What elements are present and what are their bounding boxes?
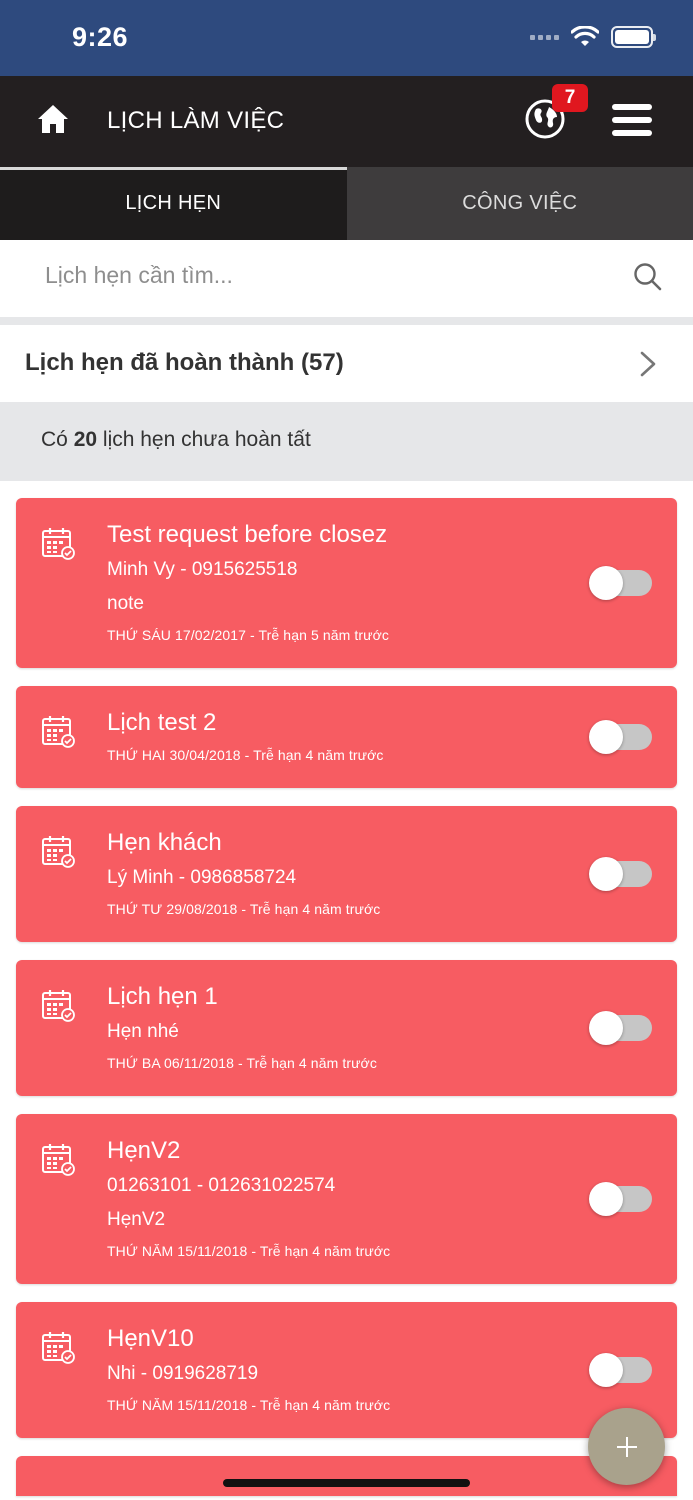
appointment-date: THỨ BA 06/11/2018 - Trễ hạn 4 năm trước (107, 1055, 377, 1071)
search-icon[interactable] (633, 262, 663, 292)
appointment-contact: 01263101 - 012631022574 (107, 1175, 336, 1196)
tab-tasks[interactable]: CÔNG VIỆC (346, 167, 693, 240)
battery-icon (611, 26, 656, 48)
complete-toggle[interactable] (589, 1011, 652, 1045)
search-bar (0, 240, 693, 325)
complete-toggle[interactable] (589, 1353, 652, 1387)
calendar-check-icon (42, 990, 75, 1022)
complete-toggle[interactable] (589, 720, 652, 754)
hamburger-menu-icon[interactable] (612, 104, 652, 136)
appointment-title: HẹnV2 (107, 1137, 181, 1164)
add-appointment-button[interactable] (588, 1408, 665, 1485)
calendar-check-icon (42, 1332, 75, 1364)
pending-count: 20 (73, 428, 98, 451)
cellular-signal-icon (530, 34, 559, 40)
appointment-date: THỨ HAI 30/04/2018 - Trễ hạn 4 năm trước (107, 747, 384, 763)
complete-toggle[interactable] (589, 566, 652, 600)
calendar-check-icon (42, 528, 75, 560)
appointment-title: Hẹn khách (107, 829, 222, 856)
appointment-card[interactable] (16, 1456, 677, 1496)
calendar-check-icon (42, 836, 75, 868)
status-icons (530, 26, 656, 48)
appointment-title: Test request before closez (107, 521, 388, 548)
completed-appointments-row[interactable]: Lịch hẹn đã hoàn thành (57) (0, 325, 693, 402)
calendar-check-icon (42, 716, 75, 748)
appointment-card[interactable]: Lịch test 2 THỨ HAI 30/04/2018 - Trễ hạn… (16, 686, 677, 788)
appointment-title: HẹnV10 (107, 1325, 194, 1352)
calendar-check-icon (42, 1144, 75, 1176)
appointment-card[interactable]: Lịch hẹn 1 Hẹn nhé THỨ BA 06/11/2018 - T… (16, 960, 677, 1096)
complete-toggle[interactable] (589, 1182, 652, 1216)
appointment-title: Lịch test 2 (107, 709, 217, 736)
appointment-date: THỨ SÁU 17/02/2017 - Trễ hạn 5 năm trước (107, 627, 389, 643)
page-title: LỊCH LÀM VIỆC (107, 107, 285, 134)
appointment-date: THỨ NĂM 15/11/2018 - Trễ hạn 4 năm trước (107, 1397, 391, 1413)
pending-summary: Có 20 lịch hẹn chưa hoàn tất (0, 402, 693, 481)
appointment-card[interactable]: HẹnV10 Nhi - 0919628719 THỨ NĂM 15/11/20… (16, 1302, 677, 1438)
appointment-list: Test request before closez Minh Vy - 091… (0, 481, 693, 1496)
appointment-contact: Nhi - 0919628719 (107, 1363, 259, 1384)
status-time: 9:26 (72, 22, 129, 52)
pending-summary-text: Có 20 lịch hẹn chưa hoàn tất (41, 428, 311, 451)
appointment-title: Lịch hẹn 1 (107, 983, 218, 1010)
appointment-card[interactable]: Test request before closez Minh Vy - 091… (16, 498, 677, 668)
complete-toggle[interactable] (589, 857, 652, 891)
appointment-date: THỨ TƯ 29/08/2018 - Trễ hạn 4 năm trước (107, 901, 381, 917)
home-icon[interactable] (36, 102, 70, 136)
appointment-note: note (107, 593, 144, 614)
appointment-card[interactable]: Hẹn khách Lý Minh - 0986858724 THỨ TƯ 29… (16, 806, 677, 942)
app-header: LỊCH LÀM VIỆC 7 (0, 76, 693, 167)
search-input[interactable] (45, 262, 605, 289)
completed-appointments-label: Lịch hẹn đã hoàn thành (57) (25, 349, 344, 376)
tab-appointments[interactable]: LỊCH HẸN (0, 167, 347, 240)
appointment-note: HẹnV2 (107, 1209, 166, 1230)
home-indicator (223, 1479, 470, 1487)
appointment-card[interactable]: HẹnV2 01263101 - 012631022574 HẹnV2 THỨ … (16, 1114, 677, 1284)
appointment-contact: Minh Vy - 0915625518 (107, 559, 298, 580)
plus-icon (616, 1436, 637, 1457)
appointment-contact: Lý Minh - 0986858724 (107, 867, 297, 888)
appointment-note: Hẹn nhé (107, 1021, 179, 1042)
tab-bar: LỊCH HẸN CÔNG VIỆC (0, 167, 693, 240)
status-bar: 9:26 (0, 0, 693, 76)
appointment-date: THỨ NĂM 15/11/2018 - Trễ hạn 4 năm trước (107, 1243, 391, 1259)
wifi-icon (571, 26, 599, 46)
notification-badge: 7 (552, 84, 588, 112)
chevron-right-icon (640, 351, 656, 377)
